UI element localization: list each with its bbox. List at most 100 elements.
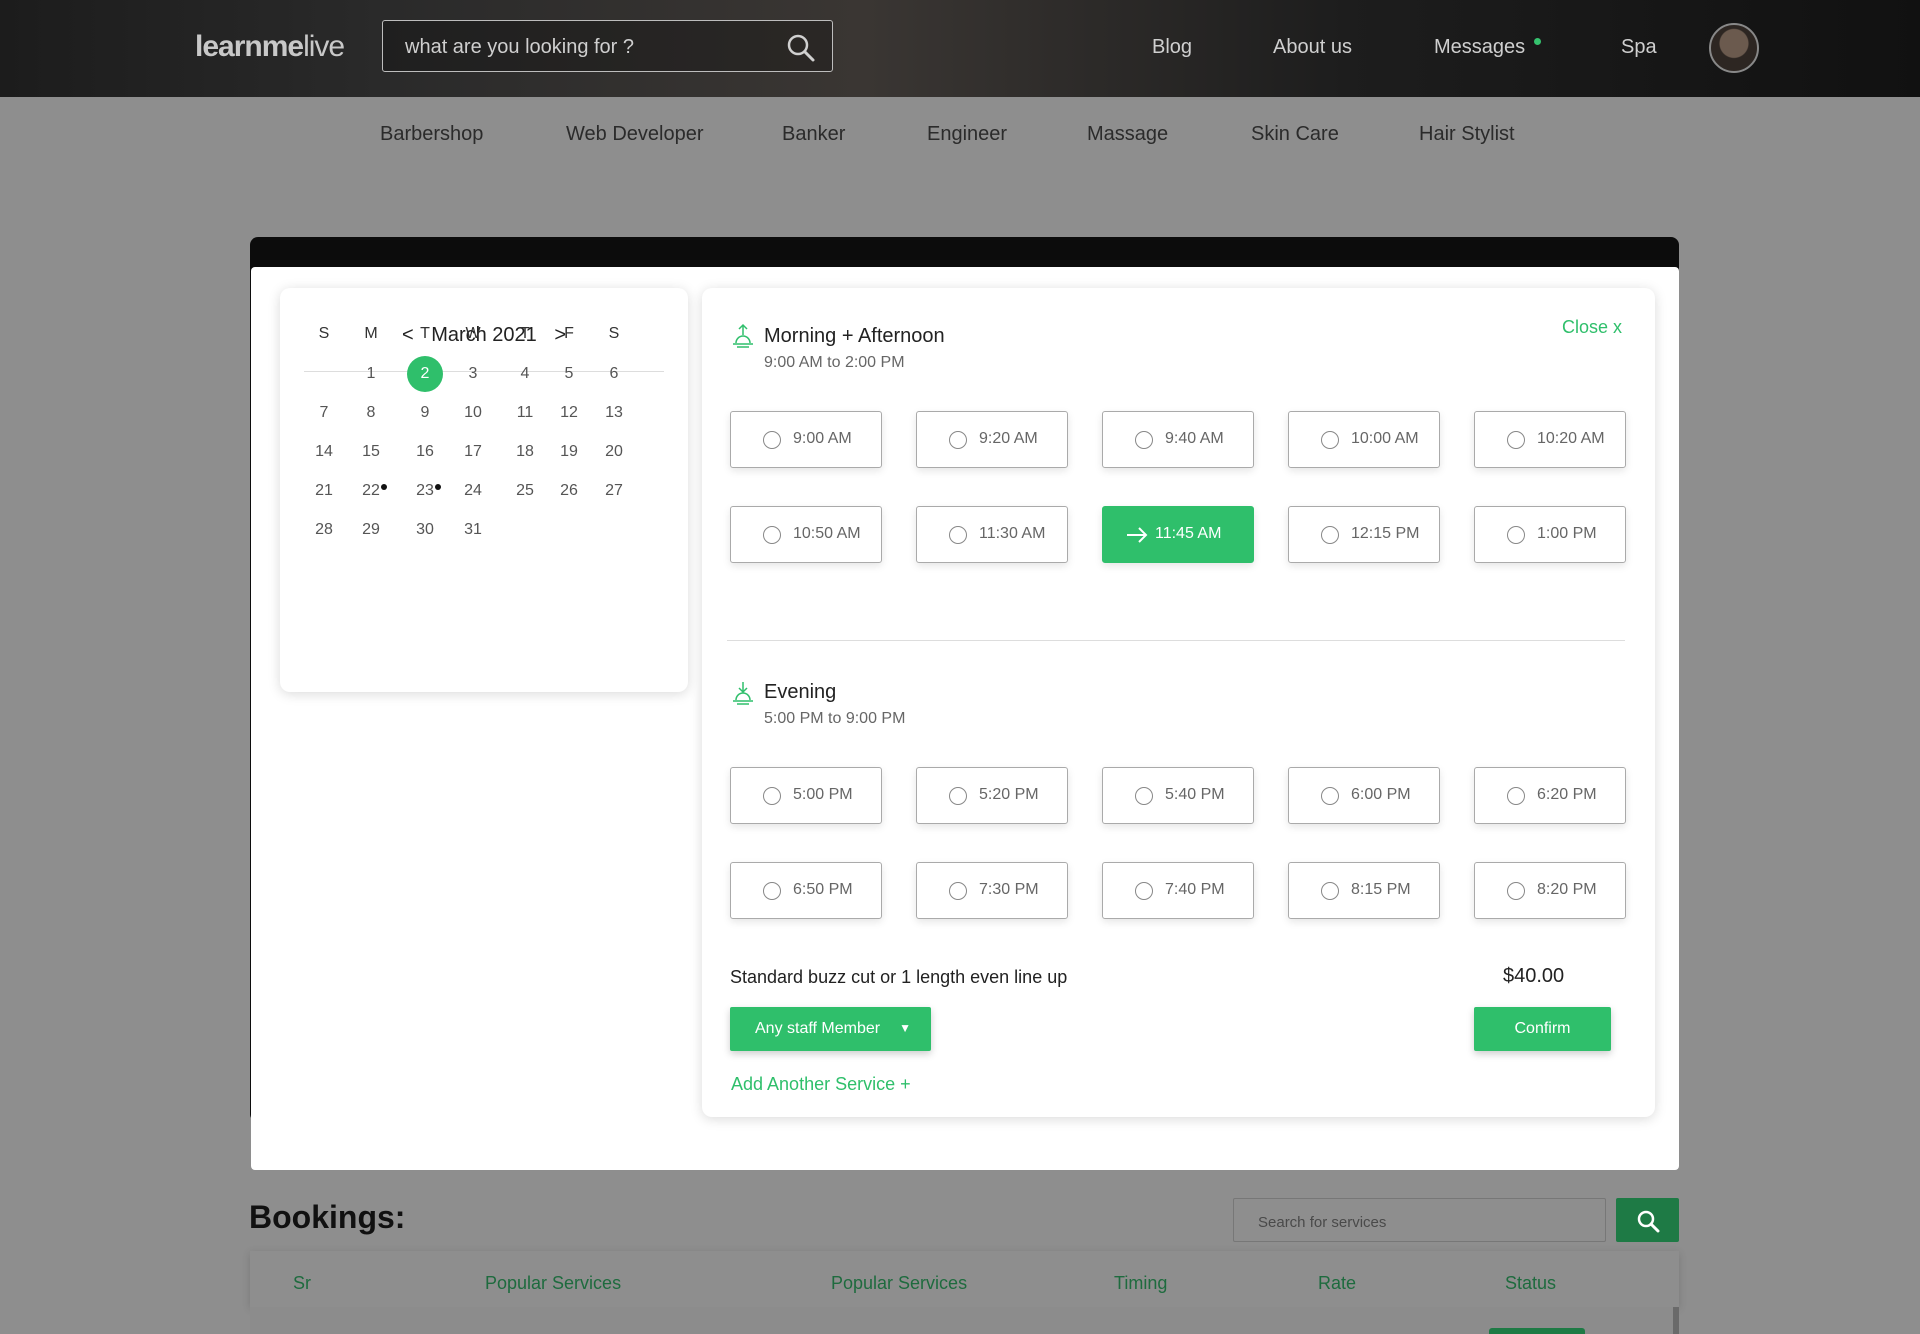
time-slot[interactable]: 6:20 PM	[1474, 767, 1626, 824]
time-slot[interactable]: 7:40 PM	[1102, 862, 1254, 919]
nav-messages[interactable]: Messages	[1434, 36, 1525, 59]
calendar-day[interactable]: 29	[351, 512, 391, 548]
time-slot[interactable]: 8:15 PM	[1288, 862, 1440, 919]
time-slot[interactable]: 9:20 AM	[916, 411, 1068, 468]
time-slot[interactable]: 5:20 PM	[916, 767, 1068, 824]
calendar-day[interactable]: 12	[549, 395, 589, 431]
time-slot[interactable]: 1:00 PM	[1474, 506, 1626, 563]
radio-icon	[1135, 431, 1153, 449]
calendar-day-label: 22	[362, 482, 380, 499]
search-box	[382, 20, 833, 72]
calendar-day[interactable]: 28	[304, 512, 344, 548]
calendar-day[interactable]: 24	[453, 473, 493, 509]
time-slot[interactable]: 6:50 PM	[730, 862, 882, 919]
calendar-day[interactable]: 23	[405, 473, 445, 509]
calendar-day[interactable]: 31	[453, 512, 493, 548]
calendar-day[interactable]: 8	[351, 395, 391, 431]
calendar-day-label: 24	[464, 482, 482, 499]
category-massage[interactable]: Massage	[1087, 123, 1168, 146]
section-subtitle-morning: 9:00 AM to 2:00 PM	[764, 354, 905, 371]
calendar-day[interactable]: 11	[505, 395, 545, 431]
calendar-day-label: 23	[416, 482, 434, 499]
staff-member-dropdown[interactable]: Any staff Member ▼	[730, 1007, 931, 1051]
calendar-day[interactable]: 17	[453, 434, 493, 470]
calendar-day[interactable]: 3	[453, 356, 493, 392]
time-slot[interactable]: 7:30 PM	[916, 862, 1068, 919]
time-slot[interactable]: 10:00 AM	[1288, 411, 1440, 468]
time-slot[interactable]: 10:20 AM	[1474, 411, 1626, 468]
calendar-day-selected[interactable]: 2	[405, 356, 445, 392]
calendar-day[interactable]: 14	[304, 434, 344, 470]
calendar-day[interactable]: 4	[505, 356, 545, 392]
category-skin-care[interactable]: Skin Care	[1251, 123, 1339, 146]
time-slot-label: 1:00 PM	[1537, 525, 1597, 542]
calendar-day[interactable]: 25	[505, 473, 545, 509]
calendar-day-label: 5	[564, 365, 574, 382]
calendar-day-label: 12	[560, 404, 578, 421]
service-price: $40.00	[1503, 965, 1565, 987]
time-slot[interactable]: 6:00 PM	[1288, 767, 1440, 824]
calendar-day[interactable]: 19	[549, 434, 589, 470]
table-scrollbar[interactable]	[1673, 1307, 1679, 1334]
time-slot[interactable]: 11:30 AM	[916, 506, 1068, 563]
calendar-day[interactable]: 16	[405, 434, 445, 470]
calendar-day[interactable]: 18	[505, 434, 545, 470]
message-notification-dot	[1534, 38, 1541, 45]
add-another-service-link[interactable]: Add Another Service +	[731, 1074, 911, 1095]
calendar-day[interactable]: 7	[304, 395, 344, 431]
time-slot[interactable]: 9:40 AM	[1102, 411, 1254, 468]
search-icon[interactable]	[786, 33, 816, 63]
bookings-search-button[interactable]	[1616, 1198, 1679, 1242]
calendar-day[interactable]: 27	[594, 473, 634, 509]
time-slot[interactable]: 12:15 PM	[1288, 506, 1440, 563]
category-barbershop[interactable]: Barbershop	[380, 123, 483, 146]
nav-blog[interactable]: Blog	[1152, 36, 1192, 59]
time-slot-selected[interactable]: 11:45 AM	[1102, 506, 1254, 563]
calendar-day[interactable]: 21	[304, 473, 344, 509]
column-header-sr[interactable]: Sr	[293, 1273, 311, 1294]
calendar-day[interactable]: 13	[594, 395, 634, 431]
category-web-developer[interactable]: Web Developer	[566, 123, 703, 146]
close-button[interactable]: Close x	[1562, 317, 1622, 338]
time-slot[interactable]: 5:40 PM	[1102, 767, 1254, 824]
time-slot[interactable]: 10:50 AM	[730, 506, 882, 563]
event-dot	[435, 484, 441, 490]
calendar-day[interactable]: 10	[453, 395, 493, 431]
time-slot-label: 5:00 PM	[793, 786, 853, 803]
time-slot[interactable]: 8:20 PM	[1474, 862, 1626, 919]
calendar-day[interactable]: 20	[594, 434, 634, 470]
column-header-timing[interactable]: Timing	[1114, 1273, 1167, 1294]
calendar-day[interactable]: 1	[351, 356, 391, 392]
category-hair-stylist[interactable]: Hair Stylist	[1419, 123, 1515, 146]
calendar-day[interactable]: 6	[594, 356, 634, 392]
avatar[interactable]	[1709, 23, 1759, 73]
column-header-popular-services-2[interactable]: Popular Services	[831, 1273, 967, 1294]
calendar-day[interactable]: 22	[351, 473, 391, 509]
column-header-status[interactable]: Status	[1505, 1273, 1556, 1294]
radio-icon	[949, 526, 967, 544]
category-engineer[interactable]: Engineer	[927, 123, 1007, 146]
column-header-rate[interactable]: Rate	[1318, 1273, 1356, 1294]
status-badge[interactable]	[1489, 1328, 1585, 1334]
nav-spa[interactable]: Spa	[1621, 36, 1657, 59]
search-input[interactable]	[405, 33, 765, 61]
time-slot-label: 8:15 PM	[1351, 881, 1411, 898]
calendar-day[interactable]: 30	[405, 512, 445, 548]
time-slot[interactable]: 9:00 AM	[730, 411, 882, 468]
category-banker[interactable]: Banker	[782, 123, 845, 146]
caret-down-icon: ▼	[899, 1021, 911, 1035]
calendar-day[interactable]: 5	[549, 356, 589, 392]
time-slot[interactable]: 5:00 PM	[730, 767, 882, 824]
bookings-search-box	[1233, 1198, 1606, 1242]
calendar-day[interactable]: 9	[405, 395, 445, 431]
nav-about-us[interactable]: About us	[1273, 36, 1352, 59]
column-header-popular-services[interactable]: Popular Services	[485, 1273, 621, 1294]
bookings-search-input[interactable]	[1258, 1211, 1578, 1233]
calendar-day[interactable]: 26	[549, 473, 589, 509]
calendar-day[interactable]: 15	[351, 434, 391, 470]
confirm-button[interactable]: Confirm	[1474, 1007, 1611, 1051]
logo[interactable]: learnmelive	[195, 30, 345, 64]
section-subtitle-evening: 5:00 PM to 9:00 PM	[764, 710, 906, 727]
service-name: Standard buzz cut or 1 length even line …	[730, 967, 1068, 987]
radio-icon	[949, 431, 967, 449]
